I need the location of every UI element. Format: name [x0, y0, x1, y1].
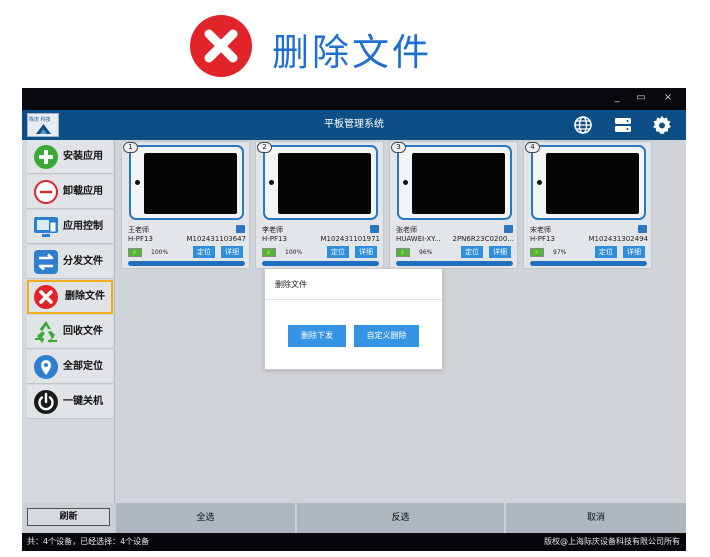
- detail-button[interactable]: 详细: [221, 246, 243, 258]
- app-header: 陈庆 科技 平板管理系统: [22, 110, 686, 140]
- sidebar-item-recycle-file[interactable]: 回收文件: [27, 315, 113, 349]
- sidebar-item-label: 分发文件: [63, 256, 103, 267]
- custom-delete-button[interactable]: 自定义删除: [354, 325, 419, 347]
- locate-button[interactable]: 定位: [193, 246, 215, 258]
- sidebar-item-label: 卸载应用: [63, 186, 103, 197]
- location-pin-icon: [34, 355, 58, 379]
- device-serial: 2PN6R23C0200...: [452, 235, 514, 243]
- sidebar-item-label: 回收文件: [63, 326, 103, 337]
- page-heading: 删除文件: [0, 0, 710, 88]
- cancel-button[interactable]: 取消: [505, 503, 686, 533]
- network-icon: [504, 225, 513, 233]
- tablet-preview: [129, 145, 244, 220]
- device-card[interactable]: 2 李老师 H-PF13 M102431101971 ⚡ 100% 定位 详细: [255, 141, 384, 269]
- refresh-button[interactable]: 刷新: [27, 508, 110, 526]
- select-all-button[interactable]: 全选: [115, 503, 295, 533]
- sidebar-item-label: 删除文件: [65, 291, 105, 302]
- sidebar-item-label: 应用控制: [63, 221, 103, 232]
- battery-percent: 100%: [285, 249, 303, 256]
- battery-icon: ⚡: [530, 248, 544, 257]
- device-card[interactable]: 4 宋老师 H-PF13 M102431302494 ⚡ 97% 定位 详细: [523, 141, 652, 269]
- sidebar-item-label: 全部定位: [63, 361, 103, 372]
- device-index: 2: [257, 142, 272, 153]
- device-serial: M102431103647: [186, 235, 246, 243]
- progress-bar: [128, 261, 245, 266]
- transfer-icon: [34, 250, 58, 274]
- detail-button[interactable]: 详细: [623, 246, 645, 258]
- device-card[interactable]: 3 张老师 HUAWEI-XY... 2PN6R23C0200... ⚡ 96%…: [389, 141, 518, 269]
- selection-status: 共：4个设备，已经选择：4个设备: [27, 537, 150, 546]
- dialog-title: 删除文件: [275, 280, 307, 289]
- sidebar-item-uninstall-app[interactable]: 卸载应用: [27, 175, 113, 209]
- copyright-text: 版权@上海际庆设备科技有限公司所有: [544, 537, 680, 546]
- locate-button[interactable]: 定位: [461, 246, 483, 258]
- locate-button[interactable]: 定位: [595, 246, 617, 258]
- delete-send-button[interactable]: 删除下发: [288, 325, 346, 347]
- sidebar-item-delete-file[interactable]: 删除文件: [27, 280, 113, 314]
- detail-button[interactable]: 详细: [489, 246, 511, 258]
- network-icon: [236, 225, 245, 233]
- gear-icon[interactable]: [651, 114, 673, 136]
- monitor-control-icon: [34, 217, 58, 237]
- battery-percent: 96%: [419, 249, 433, 256]
- maximize-button[interactable]: ▭: [629, 88, 653, 110]
- battery-percent: 100%: [151, 249, 169, 256]
- battery-icon: ⚡: [262, 248, 276, 257]
- invert-selection-button[interactable]: 反选: [296, 503, 504, 533]
- network-icon: [370, 225, 379, 233]
- close-circle-icon: [190, 15, 252, 77]
- bottom-bar: 刷新 全选 反选 取消: [22, 503, 686, 533]
- battery-icon: ⚡: [396, 248, 410, 257]
- device-model: H-PF13: [262, 235, 287, 243]
- progress-bar: [396, 261, 513, 266]
- tablet-preview: [531, 145, 646, 220]
- sidebar-item-shutdown[interactable]: 一键关机: [27, 385, 113, 419]
- minus-circle-icon: [34, 180, 58, 204]
- battery-percent: 97%: [553, 249, 567, 256]
- minimize-button[interactable]: _: [605, 88, 629, 110]
- battery-icon: ⚡: [128, 248, 142, 257]
- detail-button[interactable]: 详细: [355, 246, 377, 258]
- sidebar-item-label: 安装应用: [63, 151, 103, 162]
- device-model: H-PF13: [530, 235, 555, 243]
- device-user: 李老师: [262, 226, 283, 234]
- progress-bar: [530, 261, 647, 266]
- device-index: 3: [391, 142, 406, 153]
- device-user: 宋老师: [530, 226, 551, 234]
- sidebar-item-locate-all[interactable]: 全部定位: [27, 350, 113, 384]
- device-card[interactable]: 1 王老师 H-PF13 M102431103647 ⚡ 100% 定位 详细: [121, 141, 250, 269]
- page-title: 删除文件: [272, 31, 432, 74]
- device-model: HUAWEI-XY...: [396, 235, 441, 243]
- sidebar-item-label: 一键关机: [63, 396, 103, 407]
- page: 删除文件 _ ▭ × 陈庆 科技 平板管理系统 安装应用 卸载应用 应用控制 分…: [0, 0, 710, 557]
- delete-file-dialog: 删除文件 删除下发 自定义删除: [264, 268, 443, 370]
- device-user: 张老师: [396, 226, 417, 234]
- sidebar-item-distribute-file[interactable]: 分发文件: [27, 245, 113, 279]
- sidebar-item-app-control[interactable]: 应用控制: [27, 210, 113, 244]
- plus-circle-icon: [34, 145, 58, 169]
- locate-button[interactable]: 定位: [327, 246, 349, 258]
- network-icon: [638, 225, 647, 233]
- device-user: 王老师: [128, 226, 149, 234]
- device-serial: M102431302494: [588, 235, 648, 243]
- sidebar-item-install-app[interactable]: 安装应用: [27, 140, 113, 174]
- device-serial: M102431101971: [320, 235, 380, 243]
- device-index: 1: [123, 142, 138, 153]
- close-button[interactable]: ×: [656, 88, 680, 110]
- power-icon: [34, 390, 58, 414]
- progress-bar: [262, 261, 379, 266]
- globe-icon[interactable]: [572, 114, 594, 136]
- status-bar: 共：4个设备，已经选择：4个设备 版权@上海际庆设备科技有限公司所有: [22, 533, 686, 551]
- server-icon[interactable]: [612, 114, 634, 136]
- device-index: 4: [525, 142, 540, 153]
- dialog-divider: [265, 299, 442, 300]
- sidebar: 安装应用 卸载应用 应用控制 分发文件 删除文件 回收文件 全部定位 一键关机: [22, 140, 115, 533]
- window-titlebar: _ ▭ ×: [22, 88, 686, 110]
- device-model: H-PF13: [128, 235, 153, 243]
- tablet-preview: [397, 145, 512, 220]
- tablet-preview: [263, 145, 378, 220]
- recycle-icon: [35, 321, 57, 343]
- close-circle-icon: [34, 285, 58, 309]
